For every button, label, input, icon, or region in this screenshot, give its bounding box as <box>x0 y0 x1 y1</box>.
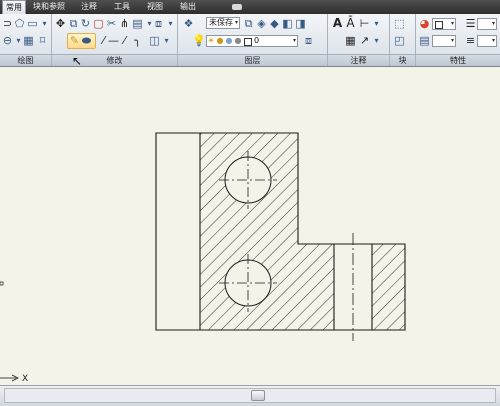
polygon-icon[interactable]: ⬠ <box>13 17 26 30</box>
tab-output[interactable]: 输出 <box>178 0 198 14</box>
panel-title-modify[interactable]: 修改 <box>52 54 177 66</box>
chevron-down-icon: ▾ <box>450 20 454 27</box>
create-block-icon[interactable]: ◰ <box>393 34 406 47</box>
current-layer-dropdown[interactable]: ☀ ● ● ● 0 ▾ <box>206 35 298 47</box>
layer-previous-icon[interactable]: ◧ <box>281 17 294 30</box>
panel-title-properties[interactable]: 特性 <box>416 54 500 66</box>
hatched-section-main[interactable] <box>200 133 334 330</box>
layer-isolate-icon[interactable]: ◈ <box>255 17 268 30</box>
linetype-icon[interactable]: ≡ <box>464 34 477 47</box>
lineweight-dropdown[interactable]: ▾ <box>477 18 497 30</box>
chevron-down-icon: ▾ <box>450 37 454 44</box>
chevron-down-icon: ▾ <box>491 37 495 44</box>
chevron-down-icon: ▾ <box>491 20 495 27</box>
layer-state-icon[interactable]: ⧉ <box>242 17 255 30</box>
ribbon-minimize-toggle[interactable] <box>232 4 242 10</box>
multiline-text-icon[interactable]: Ā <box>344 17 357 30</box>
panel-properties: ◕ ▾ ☰ ▾ ▤ ▾ ≡ ▾ 特性 <box>416 14 500 66</box>
table-icon[interactable]: ▦ <box>344 34 357 47</box>
layer-on-icon[interactable]: 💡 <box>192 34 206 47</box>
lock-icon: ● <box>234 36 242 45</box>
panel-title-annotation[interactable]: 注释 <box>328 54 389 66</box>
freeze-icon: ● <box>225 36 233 45</box>
list-icon[interactable]: ▤ <box>418 34 431 47</box>
layer-state-value: 未保存 <box>209 18 233 27</box>
plot-style-dropdown[interactable]: ▾ <box>477 35 497 47</box>
tab-home[interactable]: 常用 <box>2 0 26 15</box>
layer-state-dropdown[interactable]: 未保存 ▾ <box>206 17 240 29</box>
panel-block: ⬚ ◰ 块 <box>390 14 416 66</box>
color-icon[interactable]: ◕ <box>418 17 431 30</box>
layer-properties-icon[interactable]: ❖ <box>182 17 195 30</box>
tab-annotate[interactable]: 注释 <box>79 0 99 14</box>
lineweight-icon[interactable]: ☰ <box>464 17 477 30</box>
layer-match-icon[interactable]: ◆ <box>268 17 281 30</box>
panel-title-draw[interactable]: 绘图 <box>0 54 51 66</box>
drawing-canvas[interactable] <box>0 67 500 385</box>
drawing-svg <box>0 132 406 382</box>
chevron-down-icon: ▾ <box>234 19 238 26</box>
stretch-icon[interactable]: ⬬ <box>80 34 93 47</box>
chevron-down-icon[interactable]: ▾ <box>160 34 173 47</box>
move-icon[interactable]: ✥ <box>54 17 67 30</box>
chevron-down-icon: ▾ <box>292 37 296 44</box>
rotate-icon[interactable]: ↻ <box>79 17 92 30</box>
panel-layers: ❖ 未保存 ▾ ⧉ ◈ ◆ ◧ ◨ 💡 ☀ ● ● ● 0 ▾ ⧈ 图层 <box>178 14 328 66</box>
scroll-thumb[interactable] <box>251 390 265 401</box>
hatch-icon[interactable]: ▦ <box>22 34 35 47</box>
panel-draw: ⊃ ⬠ ▭ ▾ ⊖ ▾ ▦ ⌑ 绘图 <box>0 14 52 66</box>
trim-icon[interactable]: ✂ <box>105 17 118 30</box>
layer-color-swatch <box>244 38 252 46</box>
color-dropdown[interactable]: ▾ <box>432 18 456 30</box>
chevron-down-icon[interactable]: ▾ <box>164 17 177 30</box>
crosshair-marker <box>0 281 4 286</box>
ucs-icon <box>0 374 19 382</box>
fillet-icon[interactable]: ╮ <box>131 34 144 47</box>
panel-annotation: A Ā ⊢ ▾ ▦ ↗ ▾ 注释 <box>328 14 390 66</box>
horizontal-scrollbar[interactable] <box>0 385 500 406</box>
text-icon[interactable]: A <box>331 17 344 30</box>
current-layer-value: 0 <box>254 36 260 45</box>
ucs-x-label: X <box>22 374 29 384</box>
tab-tools[interactable]: 工具 <box>112 0 132 14</box>
mouse-cursor-icon: ↖ <box>72 54 83 68</box>
panel-title-block[interactable]: 块 <box>390 54 415 66</box>
color-swatch <box>435 21 443 29</box>
region-icon[interactable]: ⌑ <box>36 34 49 47</box>
sun-icon: ☀ <box>207 36 215 45</box>
bulb-icon: ● <box>216 36 224 45</box>
mirror-icon[interactable]: ⋔ <box>118 17 131 30</box>
tab-blocks-and-references[interactable]: 块和参照 <box>30 0 68 14</box>
hatched-section-right[interactable] <box>372 244 405 330</box>
linetype-dropdown[interactable]: ▾ <box>432 35 456 47</box>
scroll-track[interactable] <box>4 388 496 403</box>
ribbon-tab-strip: 常用 块和参照 注释 工具 视图 输出 <box>0 0 500 15</box>
chevron-down-icon[interactable]: ▾ <box>370 17 383 30</box>
layer-walk-icon[interactable]: ◨ <box>294 17 307 30</box>
extend-icon[interactable]: ⁄ <box>118 34 131 47</box>
chevron-down-icon[interactable]: ▾ <box>38 17 51 30</box>
ribbon: ⊃ ⬠ ▭ ▾ ⊖ ▾ ▦ ⌑ 绘图 ✥ ⧉ ↻ ▢ ✂ ⋔ ▤ ▾ ⧈ ▾ ✎… <box>0 14 500 68</box>
panel-modify: ✥ ⧉ ↻ ▢ ✂ ⋔ ▤ ▾ ⧈ ▾ ✎ ⬬ ⁄ — ⁄ ╮ ◫ ▾ 修改 <box>52 14 178 66</box>
tab-view[interactable]: 视图 <box>145 0 165 14</box>
panel-title-layers[interactable]: 图层 <box>178 54 327 66</box>
erase-icon[interactable]: ▢ <box>92 17 105 30</box>
insert-block-icon[interactable]: ⬚ <box>393 17 406 30</box>
layer-settings-icon[interactable]: ⧈ <box>302 34 315 47</box>
chevron-down-icon[interactable]: ▾ <box>370 34 383 47</box>
